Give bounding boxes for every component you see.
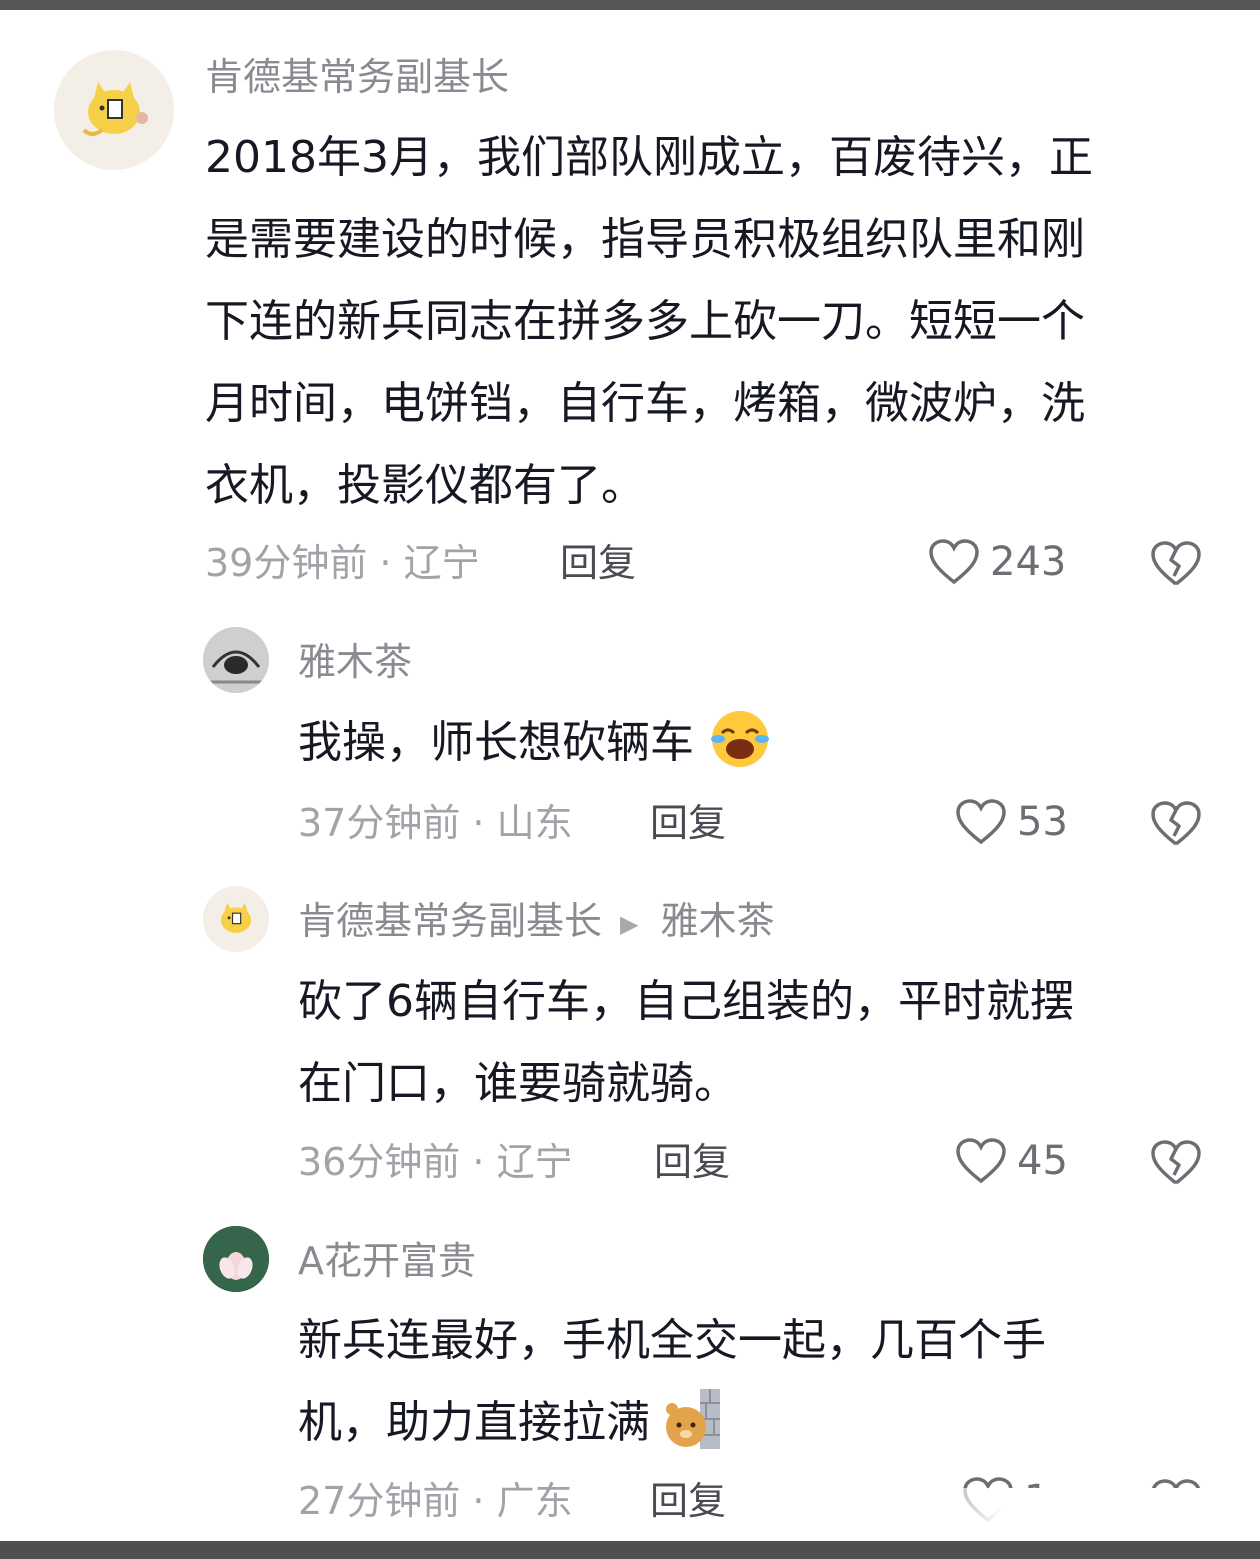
comment-line: 砍了6辆自行车，自己组装的，平时就摆 bbox=[298, 976, 1074, 1027]
username[interactable]: 雅木茶 bbox=[298, 643, 412, 681]
reply-button[interactable]: 回复 bbox=[654, 1143, 730, 1181]
comment-line: 下连的新兵同志在拼多多上砍一刀。短短一个 bbox=[205, 296, 1085, 347]
comment-line: 我操，师长想砍辆车 bbox=[298, 717, 694, 768]
timestamp-location: 36分钟前 · 辽宁 bbox=[298, 1140, 573, 1184]
user-avatar[interactable] bbox=[203, 627, 269, 693]
comment-line: 新兵连最好，手机全交一起，几百个手 bbox=[298, 1315, 1046, 1366]
like-count: 45 bbox=[1017, 1138, 1068, 1184]
comment-line: 是需要建设的时候，指导员积极组织队里和刚 bbox=[205, 214, 1085, 265]
comment-text: 砍了6辆自行车，自己组装的，平时就摆 在门口，谁要骑就骑。 bbox=[298, 961, 1198, 1125]
comment-line: 衣机，投影仪都有了。 bbox=[205, 460, 645, 511]
bottom-fade-overlay bbox=[900, 1488, 1240, 1548]
username[interactable]: A花开富贵 bbox=[298, 1242, 476, 1280]
bottom-edge-bar bbox=[0, 1541, 1260, 1559]
timestamp-location: 37分钟前 · 山东 bbox=[298, 801, 573, 845]
comment-text: 新兵连最好，手机全交一起，几百个手 机，助力直接拉满 bbox=[298, 1300, 1198, 1466]
kfc-cat-avatar-icon bbox=[220, 902, 252, 933]
user-avatar[interactable] bbox=[203, 1226, 269, 1292]
reply-arrow-icon: ▶ bbox=[620, 909, 639, 938]
reply-to-username[interactable]: 雅木茶 bbox=[660, 899, 774, 943]
comment-line: 机，助力直接拉满 bbox=[298, 1397, 650, 1448]
cat-photo-avatar-icon bbox=[203, 627, 269, 693]
broken-heart-icon bbox=[1151, 541, 1201, 586]
dislike-button[interactable] bbox=[1150, 1139, 1202, 1191]
laughing-crying-emoji-icon bbox=[708, 704, 772, 786]
kfc-cat-avatar-icon bbox=[82, 82, 148, 136]
broken-heart-icon bbox=[1151, 801, 1201, 846]
user-avatar[interactable] bbox=[203, 886, 269, 952]
user-avatar[interactable] bbox=[54, 50, 174, 170]
heart-icon bbox=[956, 799, 1006, 845]
like-count: 243 bbox=[990, 539, 1067, 585]
reply-button[interactable]: 回复 bbox=[560, 544, 636, 582]
username[interactable]: 肯德基常务副基长 bbox=[205, 58, 509, 96]
comment-line: 2018年3月，我们部队刚成立，百废待兴，正 bbox=[205, 132, 1093, 183]
comment-line-wrap: 机，助力直接拉满 bbox=[298, 1382, 1198, 1466]
reply-header: 肯德基常务副基长 ▶ 雅木茶 bbox=[298, 902, 775, 940]
like-button[interactable]: 243 bbox=[928, 538, 1066, 586]
like-button[interactable]: 53 bbox=[955, 798, 1068, 846]
like-button[interactable]: 45 bbox=[955, 1137, 1068, 1185]
reply-button[interactable]: 回复 bbox=[650, 1482, 726, 1520]
heart-icon bbox=[929, 539, 979, 585]
top-edge-bar bbox=[0, 0, 1260, 10]
timestamp-location: 39分钟前 · 辽宁 bbox=[205, 541, 480, 585]
reply-button[interactable]: 回复 bbox=[650, 804, 726, 842]
like-count: 53 bbox=[1017, 799, 1068, 845]
dislike-button[interactable] bbox=[1150, 540, 1202, 592]
comment-line: 月时间，电饼铛，自行车，烤箱，微波炉，洗 bbox=[205, 378, 1085, 429]
timestamp-location: 27分钟前 · 广东 bbox=[298, 1479, 573, 1523]
comment-line: 在门口，谁要骑就骑。 bbox=[298, 1058, 738, 1109]
comment-text: 2018年3月，我们部队刚成立，百废待兴，正 是需要建设的时候，指导员积极组织队… bbox=[205, 117, 1205, 527]
dislike-button[interactable] bbox=[1150, 800, 1202, 852]
username[interactable]: 肯德基常务副基长 bbox=[298, 899, 602, 943]
comment-text: 我操，师长想砍辆车 bbox=[298, 702, 1198, 786]
bear-peeking-wall-emoji-icon bbox=[664, 1384, 724, 1466]
broken-heart-icon bbox=[1151, 1140, 1201, 1185]
lotus-avatar-icon bbox=[203, 1226, 269, 1292]
heart-icon bbox=[956, 1138, 1006, 1184]
